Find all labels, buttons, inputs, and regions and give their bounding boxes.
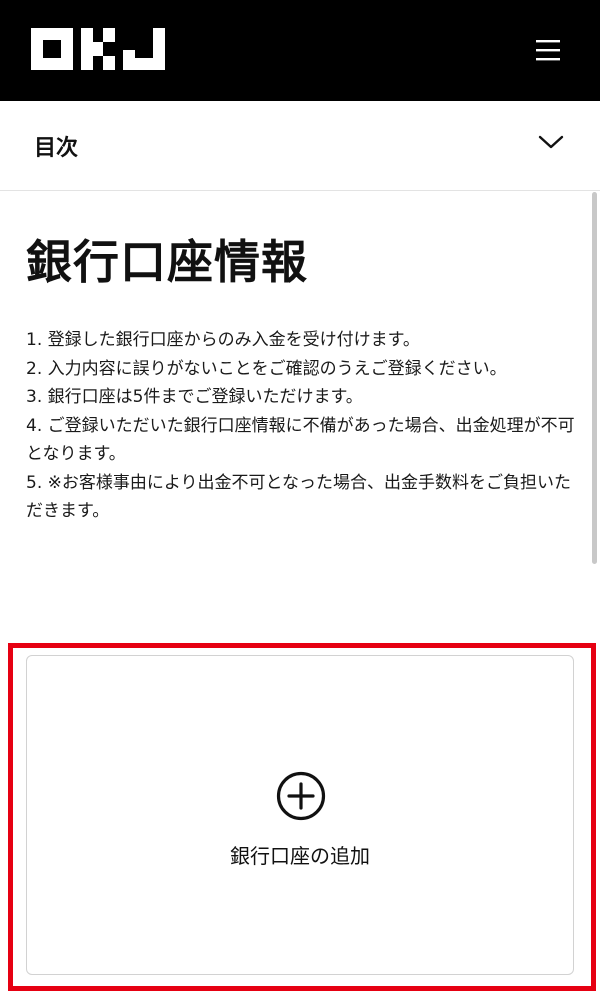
scrollbar[interactable] bbox=[592, 192, 597, 564]
chevron-down-icon[interactable] bbox=[538, 134, 564, 150]
toc-label: 目次 bbox=[34, 136, 79, 161]
note-item: 4. ご登録いただいた銀行口座情報に不備があった場合、出金処理が不可となります。 bbox=[26, 415, 575, 465]
note-item: 1. 登録した銀行口座からのみ入金を受け付けます。 bbox=[26, 330, 420, 350]
notes-list: 1. 登録した銀行口座からのみ入金を受け付けます。 2. 入力内容に誤りがないこ… bbox=[26, 326, 576, 526]
add-bank-account-button[interactable]: 銀行口座の追加 bbox=[26, 655, 574, 975]
okj-logo[interactable] bbox=[31, 28, 165, 70]
toc-toggle[interactable]: 目次 bbox=[0, 101, 600, 191]
note-item: 5. ※お客様事由により出金不可となった場合、出金手数料をご負担いただきます。 bbox=[26, 472, 572, 522]
plus-circle-icon bbox=[276, 771, 326, 821]
add-bank-account-label: 銀行口座の追加 bbox=[230, 844, 370, 868]
note-item: 3. 銀行口座は5件までご登録いただけます。 bbox=[26, 387, 363, 407]
note-item: 2. 入力内容に誤りがないことをご確認のうえご登録ください。 bbox=[26, 358, 507, 379]
hamburger-menu-icon[interactable] bbox=[532, 34, 564, 66]
top-header bbox=[0, 0, 600, 101]
page-title: 銀行口座情報 bbox=[26, 235, 308, 289]
